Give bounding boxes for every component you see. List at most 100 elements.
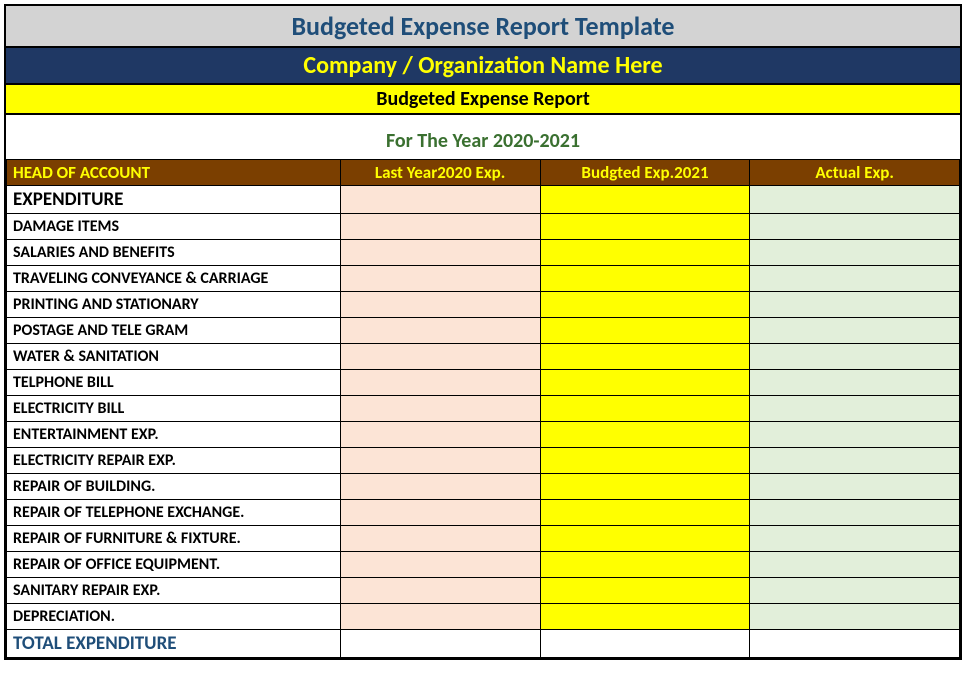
budgeted-cell[interactable] — [540, 448, 750, 474]
table-row: TELPHONE BILL — [7, 370, 960, 396]
report-title: Budgeted Expense Report — [6, 87, 960, 111]
budgeted-cell[interactable] — [540, 552, 750, 578]
total-row: TOTAL EXPENDITURE — [7, 630, 960, 658]
table-row: PRINTING AND STATIONARY — [7, 292, 960, 318]
last-year-cell[interactable] — [340, 526, 540, 552]
actual-cell[interactable] — [750, 526, 960, 552]
actual-cell[interactable] — [750, 474, 960, 500]
year-line-bar: For The Year 2020-2021 — [6, 115, 960, 159]
actual-cell[interactable] — [750, 500, 960, 526]
last-year-cell[interactable] — [340, 292, 540, 318]
actual-cell[interactable] — [750, 422, 960, 448]
row-label: TELPHONE BILL — [7, 370, 341, 396]
budgeted-cell[interactable] — [540, 370, 750, 396]
last-year-cell[interactable] — [340, 604, 540, 630]
budgeted-cell[interactable] — [540, 266, 750, 292]
budgeted-cell[interactable] — [540, 422, 750, 448]
last-year-cell[interactable] — [340, 318, 540, 344]
actual-cell[interactable] — [750, 578, 960, 604]
row-label: POSTAGE AND TELE GRAM — [7, 318, 341, 344]
column-header-row: HEAD OF ACCOUNT Last Year2020 Exp. Budgt… — [7, 160, 960, 186]
row-label: ELECTRICITY REPAIR EXP. — [7, 448, 341, 474]
last-year-cell[interactable] — [340, 266, 540, 292]
budgeted-cell[interactable] — [540, 344, 750, 370]
section-header-row: EXPENDITURE — [7, 186, 960, 214]
table-row: POSTAGE AND TELE GRAM — [7, 318, 960, 344]
last-year-cell[interactable] — [340, 448, 540, 474]
row-label: REPAIR OF BUILDING. — [7, 474, 341, 500]
budgeted-cell[interactable] — [540, 500, 750, 526]
template-title: Budgeted Expense Report Template — [6, 10, 960, 42]
actual-cell[interactable] — [750, 604, 960, 630]
total-label: TOTAL EXPENDITURE — [7, 630, 341, 658]
row-label: REPAIR OF OFFICE EQUIPMENT. — [7, 552, 341, 578]
last-year-cell[interactable] — [340, 578, 540, 604]
row-label: REPAIR OF FURNITURE & FIXTURE. — [7, 526, 341, 552]
budgeted-cell[interactable] — [540, 526, 750, 552]
row-label: PRINTING AND STATIONARY — [7, 292, 341, 318]
col-head-budgeted: Budgted Exp.2021 — [540, 160, 750, 186]
section-actual-cell[interactable] — [750, 186, 960, 214]
company-name-bar: Company / Organization Name Here — [6, 48, 960, 85]
template-title-bar: Budgeted Expense Report Template — [6, 6, 960, 48]
row-label: ENTERTAINMENT EXP. — [7, 422, 341, 448]
actual-cell[interactable] — [750, 240, 960, 266]
actual-cell[interactable] — [750, 318, 960, 344]
row-label: DAMAGE ITEMS — [7, 214, 341, 240]
table-row: TRAVELING CONVEYANCE & CARRIAGE — [7, 266, 960, 292]
budgeted-cell[interactable] — [540, 604, 750, 630]
actual-cell[interactable] — [750, 214, 960, 240]
last-year-cell[interactable] — [340, 474, 540, 500]
company-name-placeholder[interactable]: Company / Organization Name Here — [6, 51, 960, 80]
section-header-label: EXPENDITURE — [7, 186, 341, 214]
last-year-cell[interactable] — [340, 240, 540, 266]
actual-cell[interactable] — [750, 266, 960, 292]
row-label: REPAIR OF TELEPHONE EXCHANGE. — [7, 500, 341, 526]
budgeted-cell[interactable] — [540, 318, 750, 344]
budgeted-cell[interactable] — [540, 578, 750, 604]
table-row: ELECTRICITY BILL — [7, 396, 960, 422]
row-label: DEPRECIATION. — [7, 604, 341, 630]
last-year-cell[interactable] — [340, 344, 540, 370]
last-year-cell[interactable] — [340, 396, 540, 422]
col-head-last-year: Last Year2020 Exp. — [340, 160, 540, 186]
row-label: SANITARY REPAIR EXP. — [7, 578, 341, 604]
budgeted-cell[interactable] — [540, 214, 750, 240]
budgeted-cell[interactable] — [540, 292, 750, 318]
last-year-cell[interactable] — [340, 422, 540, 448]
table-row: ELECTRICITY REPAIR EXP. — [7, 448, 960, 474]
total-budget-cell — [540, 630, 750, 658]
last-year-cell[interactable] — [340, 370, 540, 396]
section-budget-cell[interactable] — [540, 186, 750, 214]
table-row: WATER & SANITATION — [7, 344, 960, 370]
expense-table: HEAD OF ACCOUNT Last Year2020 Exp. Budgt… — [6, 159, 960, 658]
actual-cell[interactable] — [750, 292, 960, 318]
table-row: SALARIES AND BENEFITS — [7, 240, 960, 266]
report-container: Budgeted Expense Report Template Company… — [4, 4, 962, 660]
last-year-cell[interactable] — [340, 500, 540, 526]
table-row: DEPRECIATION. — [7, 604, 960, 630]
actual-cell[interactable] — [750, 552, 960, 578]
actual-cell[interactable] — [750, 344, 960, 370]
year-line: For The Year 2020-2021 — [6, 129, 960, 153]
last-year-cell[interactable] — [340, 552, 540, 578]
row-label: WATER & SANITATION — [7, 344, 341, 370]
table-row: REPAIR OF TELEPHONE EXCHANGE. — [7, 500, 960, 526]
row-label: TRAVELING CONVEYANCE & CARRIAGE — [7, 266, 341, 292]
report-title-bar: Budgeted Expense Report — [6, 85, 960, 115]
table-row: REPAIR OF FURNITURE & FIXTURE. — [7, 526, 960, 552]
actual-cell[interactable] — [750, 448, 960, 474]
budgeted-cell[interactable] — [540, 240, 750, 266]
section-last-cell[interactable] — [340, 186, 540, 214]
table-row: REPAIR OF OFFICE EQUIPMENT. — [7, 552, 960, 578]
table-row: DAMAGE ITEMS — [7, 214, 960, 240]
actual-cell[interactable] — [750, 396, 960, 422]
budgeted-cell[interactable] — [540, 474, 750, 500]
col-head-actual: Actual Exp. — [750, 160, 960, 186]
budgeted-cell[interactable] — [540, 396, 750, 422]
last-year-cell[interactable] — [340, 214, 540, 240]
actual-cell[interactable] — [750, 370, 960, 396]
total-actual-cell — [750, 630, 960, 658]
table-row: REPAIR OF BUILDING. — [7, 474, 960, 500]
total-last-cell — [340, 630, 540, 658]
